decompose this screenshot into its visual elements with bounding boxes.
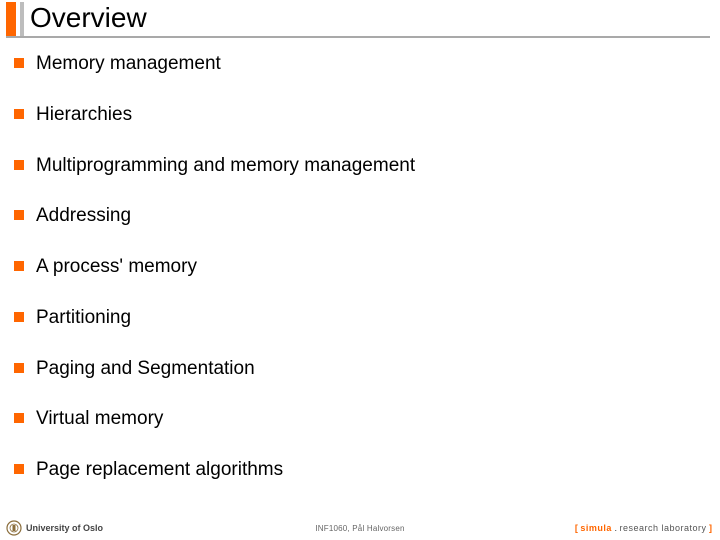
list-item: Memory management [14,52,706,76]
footer-right: [ simula . research laboratory ] [575,523,712,533]
list-item: Hierarchies [14,103,706,127]
footer: University of Oslo INF1060, Pål Halvorse… [0,520,720,536]
bullet-icon [14,261,24,271]
bullet-icon [14,464,24,474]
item-text: Hierarchies [36,103,132,127]
bullet-icon [14,58,24,68]
list-item: A process' memory [14,255,706,279]
lab-text: research laboratory [619,523,706,533]
list-item: Virtual memory [14,407,706,431]
item-text: Virtual memory [36,407,163,431]
item-text: Memory management [36,52,221,76]
footer-left: University of Oslo [6,520,103,536]
slide-title: Overview [30,2,147,34]
title-accent-orange [6,2,16,36]
list-item: Page replacement algorithms [14,458,706,482]
title-accent-gray [20,2,24,36]
university-seal-icon [6,520,22,536]
footer-center-text: INF1060, Pål Halvorsen [315,524,404,533]
bullet-list: Memory management Hierarchies Multiprogr… [0,38,720,482]
list-item: Multiprogramming and memory management [14,154,706,178]
bullet-icon [14,109,24,119]
list-item: Addressing [14,204,706,228]
bullet-icon [14,160,24,170]
title-bar: Overview [0,0,720,36]
list-item: Partitioning [14,306,706,330]
simula-logo-text: simula [580,523,612,533]
item-text: Multiprogramming and memory management [36,154,415,178]
footer-left-text: University of Oslo [26,523,103,533]
item-text: Partitioning [36,306,131,330]
bullet-icon [14,413,24,423]
item-text: Paging and Segmentation [36,357,255,381]
bullet-icon [14,363,24,373]
item-text: Addressing [36,204,131,228]
item-text: A process' memory [36,255,197,279]
list-item: Paging and Segmentation [14,357,706,381]
bracket-close: ] [707,523,713,533]
bullet-icon [14,312,24,322]
bullet-icon [14,210,24,220]
item-text: Page replacement algorithms [36,458,283,482]
